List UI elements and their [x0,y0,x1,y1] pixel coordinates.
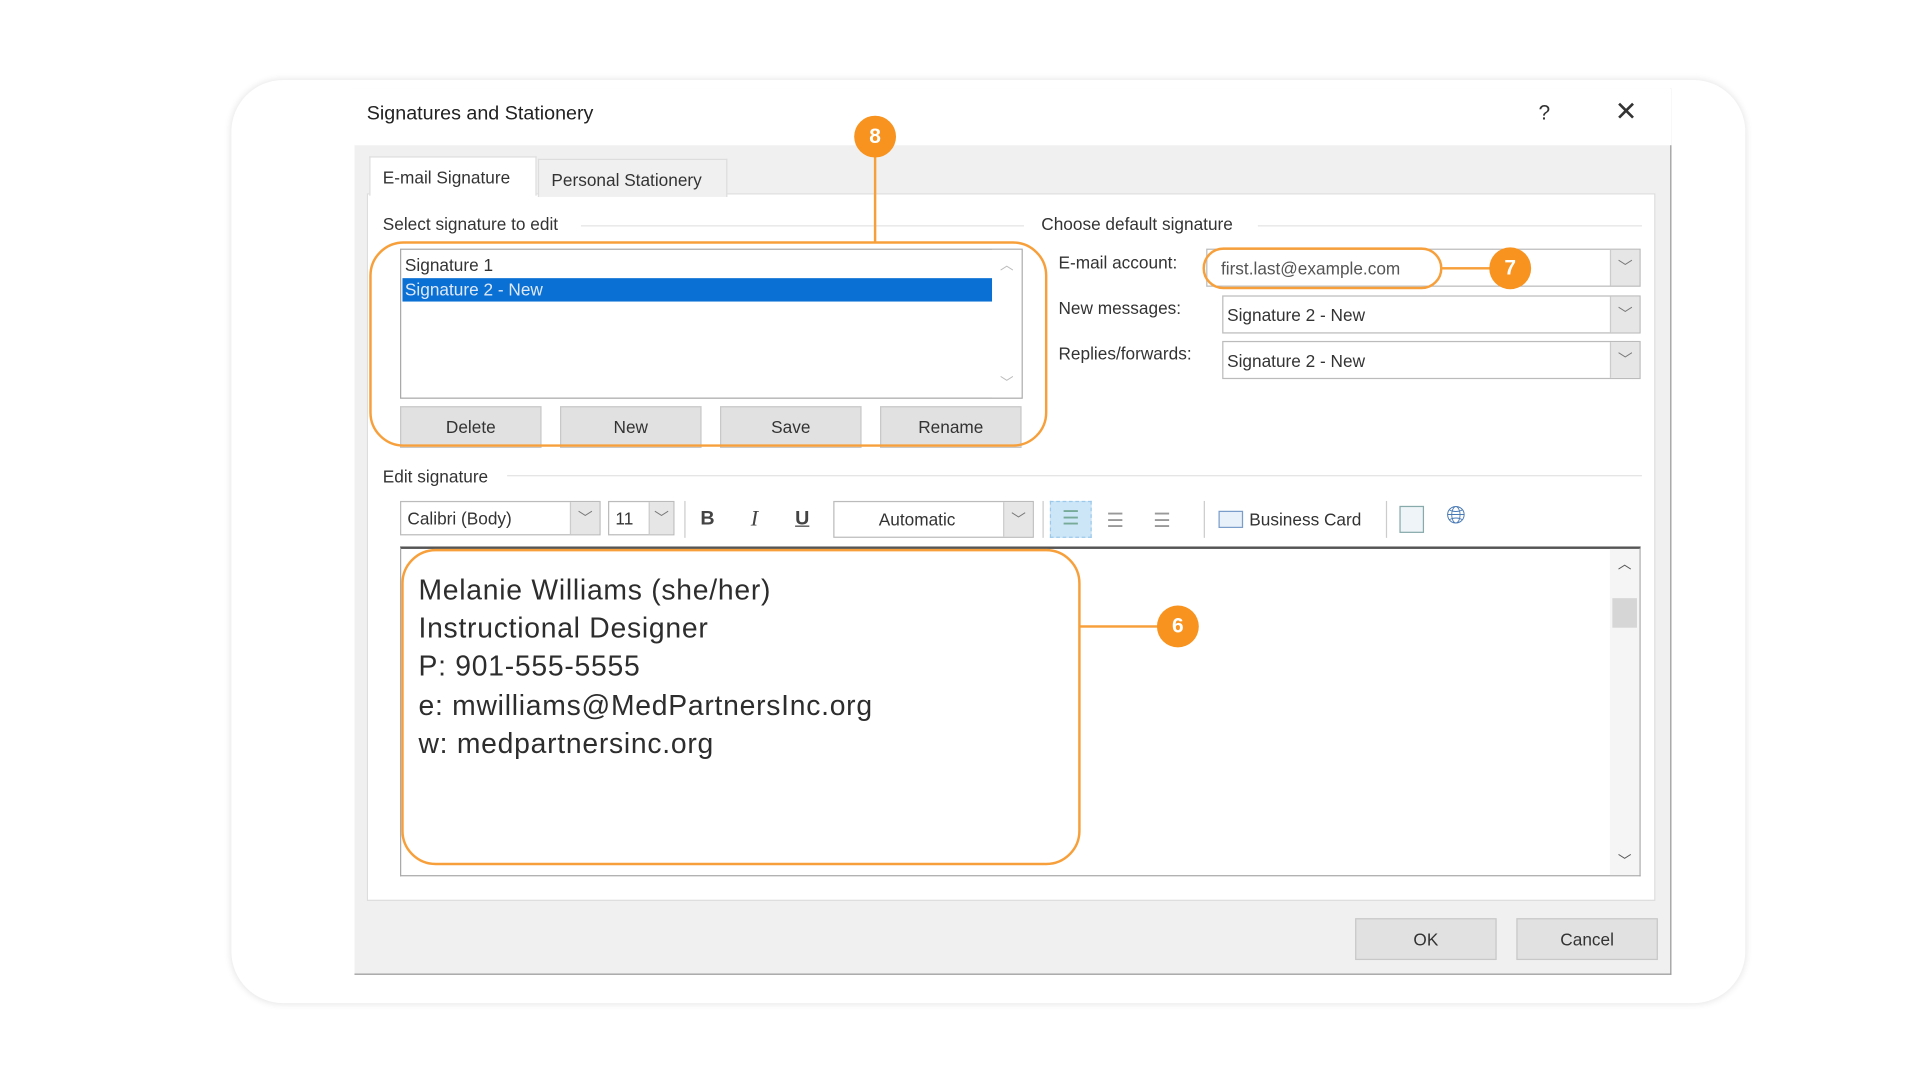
scroll-thumb[interactable] [1612,598,1637,628]
insert-picture-button[interactable] [1399,505,1425,533]
callout-highlight-6 [401,548,1081,866]
font-color-select[interactable]: Automatic ﹀ [833,500,1034,538]
divider [1385,500,1388,538]
callout-highlight-7 [1202,247,1443,290]
globe-link-icon: 🌐︎ [1446,502,1466,530]
chevron-down-icon[interactable]: ﹀ [648,502,674,535]
callout-badge-7: 7 [1489,247,1532,290]
divider [1203,500,1205,538]
chevron-down-icon[interactable]: ﹀ [1609,249,1640,286]
ok-button[interactable]: OK [1355,918,1497,961]
new-messages-select[interactable]: Signature 2 - New ﹀ [1222,295,1641,334]
align-left-button[interactable]: ☰ [1049,500,1092,538]
font-select[interactable]: Calibri (Body) ﹀ [400,500,601,536]
bold-button[interactable]: B [700,508,714,530]
callout-line-7 [1441,267,1493,270]
chevron-down-icon[interactable]: ﹀ [1003,502,1033,537]
align-left-icon: ☰ [1061,508,1080,530]
new-messages-value: Signature 2 - New [1227,305,1366,325]
editor-scrollbar[interactable]: ︿ ﹀ [1609,548,1640,876]
stage: Signatures and Stationery ? ✕ E-mail Sig… [0,0,1920,1081]
divider [507,475,1642,477]
business-card-label: Business Card [1249,509,1362,530]
align-right-button[interactable]: ☰ [1153,508,1171,533]
divider [1042,500,1044,538]
cancel-button[interactable]: Cancel [1516,918,1658,961]
chevron-down-icon[interactable]: ﹀ [1609,342,1640,378]
align-center-icon: ☰ [1106,510,1125,532]
divider [1257,225,1642,227]
italic-button[interactable]: I [751,506,758,532]
chevron-down-icon[interactable]: ﹀ [569,502,600,535]
business-card-icon [1218,510,1244,529]
callout-badge-8: 8 [854,115,897,158]
underline-button[interactable]: U [795,508,809,530]
divider [684,500,686,538]
select-signature-label: Select signature to edit [382,214,559,234]
insert-hyperlink-button[interactable]: 🌐︎ [1446,502,1466,530]
font-size-select[interactable]: 11 ﹀ [608,500,675,536]
tab-email-signature[interactable]: E-mail Signature [369,156,537,196]
font-value: Calibri (Body) [407,508,512,529]
callout-line-6 [1079,625,1159,628]
tab-personal-stationery[interactable]: Personal Stationery [537,158,728,197]
chevron-down-icon[interactable]: ﹀ [1609,296,1640,333]
font-size-value: 11 [615,508,634,529]
choose-default-label: Choose default signature [1041,214,1233,234]
callout-highlight-8 [369,241,1048,447]
help-button[interactable]: ? [1539,101,1551,126]
scroll-down-icon[interactable]: ﹀ [1610,850,1640,870]
replies-forwards-value: Signature 2 - New [1227,350,1366,371]
callout-badge-6: 6 [1156,605,1199,648]
align-center-button[interactable]: ☰ [1106,508,1124,533]
email-account-label: E-mail account: [1058,252,1178,273]
edit-signature-label: Edit signature [382,466,489,487]
divider [580,225,1025,227]
title-bar: Signatures and Stationery ? ✕ [354,88,1672,146]
close-button[interactable]: ✕ [1615,96,1638,128]
dialog-title: Signatures and Stationery [366,103,594,125]
new-messages-label: New messages: [1058,297,1182,318]
replies-forwards-label: Replies/forwards: [1058,343,1192,364]
replies-forwards-select[interactable]: Signature 2 - New ﹀ [1222,340,1641,380]
business-card-button[interactable]: Business Card [1218,509,1362,530]
font-color-value: Automatic [878,509,956,530]
align-right-icon: ☰ [1153,510,1171,532]
callout-line-8 [873,156,877,243]
scroll-up-icon[interactable]: ︿ [1610,554,1640,574]
